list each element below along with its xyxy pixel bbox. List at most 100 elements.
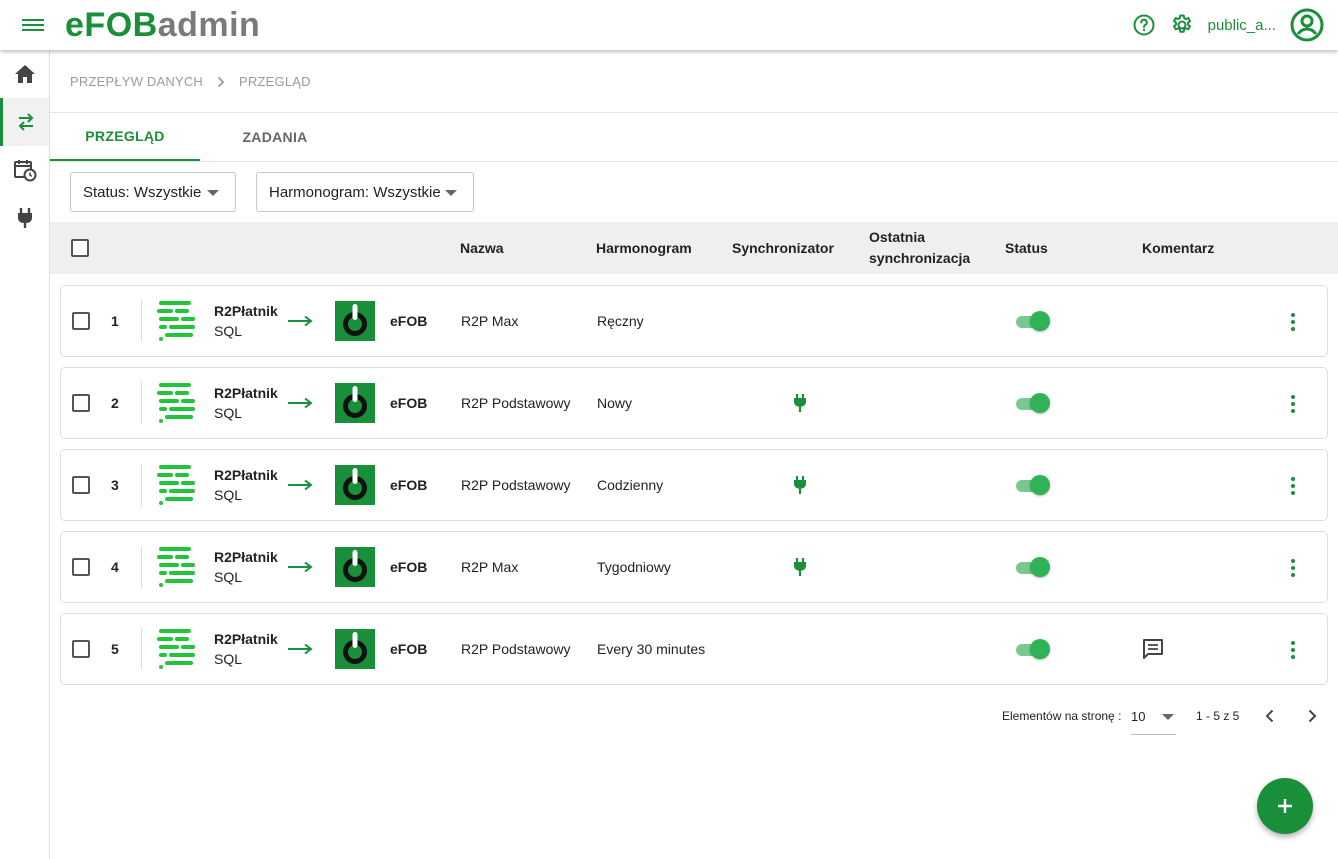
comment-icon[interactable] bbox=[1142, 638, 1164, 660]
destination-name: eFOB bbox=[390, 477, 428, 493]
plug-icon bbox=[794, 558, 806, 576]
breadcrumb-data-flow[interactable]: PRZEPŁYW DANYCH bbox=[70, 74, 203, 89]
dropdown-arrow-icon bbox=[1162, 714, 1174, 720]
tab-tasks[interactable]: ZADANIA bbox=[200, 113, 350, 161]
plug-icon bbox=[17, 208, 32, 228]
tab-bar: PRZEGLĄD ZADANIA bbox=[50, 113, 350, 161]
sidebar bbox=[0, 50, 50, 859]
help-circle-icon[interactable] bbox=[1132, 13, 1156, 37]
items-per-page-label: Elementów na stronę : bbox=[1002, 709, 1122, 723]
dropdown-arrow-icon bbox=[445, 190, 457, 196]
table-row[interactable]: 2 R2Płatnik SQL eFOB R2P Podstawowy Nowy bbox=[60, 367, 1328, 439]
flow-name: R2P Podstawowy bbox=[461, 641, 571, 657]
flow-schedule: Nowy bbox=[597, 395, 633, 411]
items-per-page-select[interactable]: 10 bbox=[1131, 705, 1176, 735]
flow-name: R2P Max bbox=[461, 313, 519, 329]
page-range: 1 - 5 z 5 bbox=[1196, 709, 1240, 723]
column-header-schedule[interactable]: Harmonogram bbox=[596, 222, 692, 274]
status-toggle[interactable] bbox=[1014, 393, 1050, 413]
select-all-checkbox[interactable] bbox=[71, 239, 89, 257]
source-type: SQL bbox=[214, 569, 243, 585]
next-page-icon[interactable] bbox=[1306, 709, 1318, 723]
calendar-clock-icon bbox=[13, 160, 36, 182]
sidebar-item-data-flow[interactable] bbox=[0, 98, 49, 146]
add-flow-button[interactable] bbox=[1257, 778, 1313, 834]
logo-fob: FOB bbox=[84, 6, 158, 44]
previous-page-icon[interactable] bbox=[1264, 709, 1276, 723]
arrow-right-icon bbox=[288, 315, 313, 327]
r2platnik-logo-icon bbox=[157, 547, 195, 587]
efob-admin-logo[interactable]: eFOBadmin bbox=[65, 6, 260, 45]
plug-icon bbox=[794, 394, 806, 412]
source-name: R2Płatnik bbox=[214, 549, 278, 565]
sidebar-item-schedule[interactable] bbox=[0, 146, 49, 194]
table-row[interactable]: 3 R2Płatnik SQL eFOB R2P Podstawowy Codz… bbox=[60, 449, 1328, 521]
more-vert-icon[interactable] bbox=[1283, 393, 1303, 415]
source-type: SQL bbox=[214, 405, 243, 421]
home-icon bbox=[14, 65, 35, 83]
column-header-name[interactable]: Nazwa bbox=[460, 222, 504, 274]
destination-name: eFOB bbox=[390, 313, 428, 329]
row-checkbox[interactable] bbox=[72, 476, 90, 494]
status-toggle[interactable] bbox=[1014, 557, 1050, 577]
status-toggle[interactable] bbox=[1014, 311, 1050, 331]
plug-icon bbox=[794, 476, 806, 494]
efob-logo-icon bbox=[335, 629, 375, 669]
breadcrumb: PRZEPŁYW DANYCH PRZEGLĄD bbox=[70, 74, 311, 89]
breadcrumb-overview: PRZEGLĄD bbox=[239, 74, 311, 89]
status-filter-select[interactable]: Status: Wszystkie bbox=[70, 172, 236, 212]
flow-name: R2P Podstawowy bbox=[461, 477, 571, 493]
row-checkbox[interactable] bbox=[72, 394, 90, 412]
arrow-right-icon bbox=[288, 643, 313, 655]
more-vert-icon[interactable] bbox=[1283, 557, 1303, 579]
table-row[interactable]: 1 R2Płatnik SQL eFOB R2P Max Ręczny bbox=[60, 285, 1328, 357]
header-actions: public_a... bbox=[1132, 8, 1324, 42]
row-number: 5 bbox=[111, 641, 119, 657]
menu-icon[interactable] bbox=[22, 16, 44, 34]
more-vert-icon[interactable] bbox=[1283, 311, 1303, 333]
table-row[interactable]: 4 R2Płatnik SQL eFOB R2P Max Tygodniowy bbox=[60, 531, 1328, 603]
column-header-synchronizer[interactable]: Synchronizator bbox=[732, 222, 834, 274]
user-name[interactable]: public_a... bbox=[1208, 17, 1276, 34]
more-vert-icon[interactable] bbox=[1283, 639, 1303, 661]
logo-admin: admin bbox=[157, 6, 261, 44]
row-checkbox[interactable] bbox=[72, 312, 90, 330]
column-header-comment[interactable]: Komentarz bbox=[1142, 222, 1214, 274]
r2platnik-logo-icon bbox=[157, 629, 195, 669]
column-header-status[interactable]: Status bbox=[1005, 222, 1048, 274]
status-toggle[interactable] bbox=[1014, 475, 1050, 495]
plus-icon bbox=[1278, 799, 1292, 813]
sidebar-item-home[interactable] bbox=[0, 50, 49, 98]
destination-name: eFOB bbox=[390, 395, 428, 411]
account-circle-icon[interactable] bbox=[1290, 8, 1324, 42]
tab-overview[interactable]: PRZEGLĄD bbox=[50, 113, 200, 161]
r2platnik-logo-icon bbox=[157, 301, 195, 341]
source-system: R2Płatnik SQL bbox=[214, 286, 278, 356]
divider bbox=[50, 161, 1338, 162]
source-type: SQL bbox=[214, 487, 243, 503]
destination-name: eFOB bbox=[390, 559, 428, 575]
gear-icon[interactable] bbox=[1170, 13, 1194, 37]
row-number: 2 bbox=[111, 395, 119, 411]
more-vert-icon[interactable] bbox=[1283, 475, 1303, 497]
schedule-filter-select[interactable]: Harmonogram: Wszystkie bbox=[256, 172, 474, 212]
flow-schedule: Codzienny bbox=[597, 477, 664, 493]
column-header-last-sync-line2: synchronizacja bbox=[869, 250, 971, 266]
status-toggle[interactable] bbox=[1014, 639, 1050, 659]
row-checkbox[interactable] bbox=[72, 558, 90, 576]
schedule-filter-value: Harmonogram: Wszystkie bbox=[269, 183, 441, 201]
flow-name: R2P Max bbox=[461, 559, 519, 575]
table-row[interactable]: 5 R2Płatnik SQL eFOB R2P Podstawowy Ever… bbox=[60, 613, 1328, 685]
source-name: R2Płatnik bbox=[214, 467, 278, 483]
source-name: R2Płatnik bbox=[214, 303, 278, 319]
flow-name: R2P Podstawowy bbox=[461, 395, 571, 411]
dropdown-arrow-icon bbox=[207, 190, 219, 196]
efob-logo-icon bbox=[335, 301, 375, 341]
row-number: 3 bbox=[111, 477, 119, 493]
row-checkbox[interactable] bbox=[72, 640, 90, 658]
arrow-right-icon bbox=[288, 397, 313, 409]
column-header-last-sync[interactable]: Ostatnia synchronizacja bbox=[869, 222, 970, 274]
sidebar-item-plugins[interactable] bbox=[0, 194, 49, 242]
divider bbox=[141, 628, 142, 670]
r2platnik-logo-icon bbox=[157, 383, 195, 423]
